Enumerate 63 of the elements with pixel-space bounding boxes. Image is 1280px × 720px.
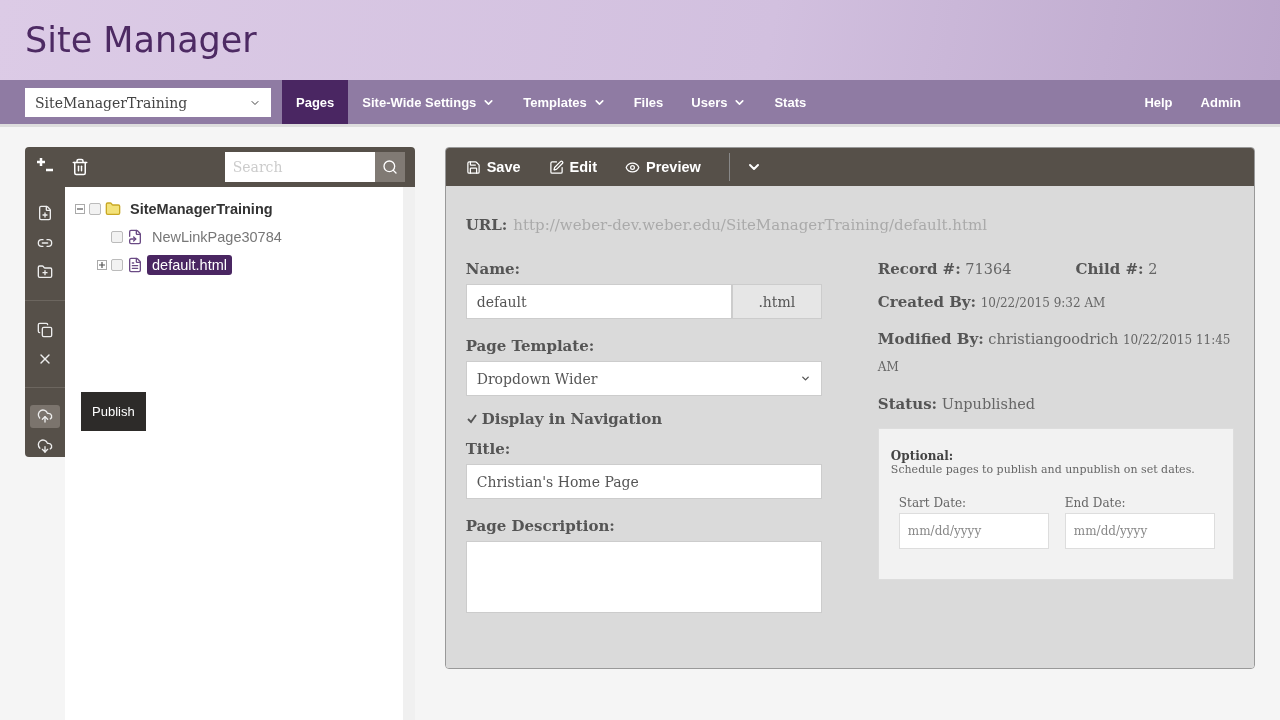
eye-icon xyxy=(624,159,640,175)
checkbox-label: Display in Navigation xyxy=(481,410,663,428)
url-label: URL: xyxy=(465,216,508,234)
created-by: Created By: 10/22/2015 9:32 AM xyxy=(877,293,1106,311)
tree-checkbox[interactable] xyxy=(89,203,101,215)
save-button[interactable]: Save xyxy=(465,159,521,175)
search-button[interactable] xyxy=(374,152,405,182)
field-label: Title: xyxy=(465,440,512,458)
field-label: Name: xyxy=(465,260,522,278)
publish-icon xyxy=(37,408,53,425)
nav-tab[interactable]: Files xyxy=(619,80,678,124)
modified-by: Modified By: christiangoodrich 10/22/2015 11:45 AM xyxy=(877,329,1232,376)
field-label: Start Date: xyxy=(898,496,968,510)
navigation-checkbox[interactable] xyxy=(465,413,478,425)
child-count: Child #: 2 xyxy=(1075,260,1158,278)
end-date-field[interactable]: mm/dd/yyyy xyxy=(1064,513,1215,549)
unpublish-icon xyxy=(37,437,53,454)
field-label: Page Template: xyxy=(465,337,596,355)
tree-item[interactable]: default.html xyxy=(147,255,232,275)
tree-checkbox[interactable] xyxy=(111,231,123,243)
schedule-title: Optional: xyxy=(890,449,955,463)
site-select[interactable]: SiteManagerTraining xyxy=(25,88,271,117)
link-page-icon xyxy=(127,229,143,245)
field-label: End Date: xyxy=(1064,496,1127,510)
preview-button[interactable]: Preview xyxy=(624,159,701,175)
nav-tab[interactable]: Pages xyxy=(282,80,349,124)
template-select[interactable]: Dropdown Wider xyxy=(465,361,822,396)
status: Status: Unpublished xyxy=(877,395,1036,413)
nav-tab[interactable]: Users xyxy=(677,80,761,124)
folder-icon xyxy=(105,201,121,217)
field-label: Page Description: xyxy=(465,517,616,535)
nav-link[interactable]: Admin xyxy=(1186,80,1255,124)
app-title: Site Manager xyxy=(25,20,257,60)
schedule-text: Schedule pages to publish and unpublish on set dates. xyxy=(890,463,1196,476)
nav-link[interactable]: Help xyxy=(1130,80,1187,124)
more-button[interactable] xyxy=(728,153,762,181)
save-icon xyxy=(465,159,481,175)
copy-icon xyxy=(37,321,53,338)
description-field[interactable] xyxy=(465,541,822,613)
new-folder-icon xyxy=(37,264,53,281)
publish-button[interactable] xyxy=(30,405,60,428)
record-number: Record #: 71364 xyxy=(877,260,1012,278)
nav-tab[interactable]: Site-Wide Settings xyxy=(348,80,510,124)
page-icon xyxy=(127,257,143,273)
trash-icon[interactable] xyxy=(71,158,89,176)
tree-item[interactable]: NewLinkPage30784 xyxy=(147,227,287,247)
tooltip: Publish xyxy=(81,392,146,431)
edit-button[interactable]: Edit xyxy=(548,159,597,175)
scrollbar[interactable] xyxy=(402,187,415,720)
start-date-field[interactable]: mm/dd/yyyy xyxy=(898,513,1049,549)
new-page-icon xyxy=(37,205,53,222)
nav-tab[interactable]: Stats xyxy=(760,80,821,124)
nav-tab[interactable]: Templates xyxy=(509,80,620,124)
caret-icon xyxy=(799,373,811,384)
expand-icon[interactable] xyxy=(97,260,107,270)
search-icon xyxy=(381,159,398,175)
tree-checkbox[interactable] xyxy=(111,259,123,271)
title-field[interactable]: Christian's Home Page xyxy=(465,464,822,499)
collapse-icon[interactable] xyxy=(75,204,85,214)
edit-icon xyxy=(548,159,564,175)
extension-addon: .html xyxy=(731,284,822,319)
tree-item[interactable]: SiteManagerTraining xyxy=(125,199,278,219)
name-field[interactable]: default xyxy=(465,284,732,319)
